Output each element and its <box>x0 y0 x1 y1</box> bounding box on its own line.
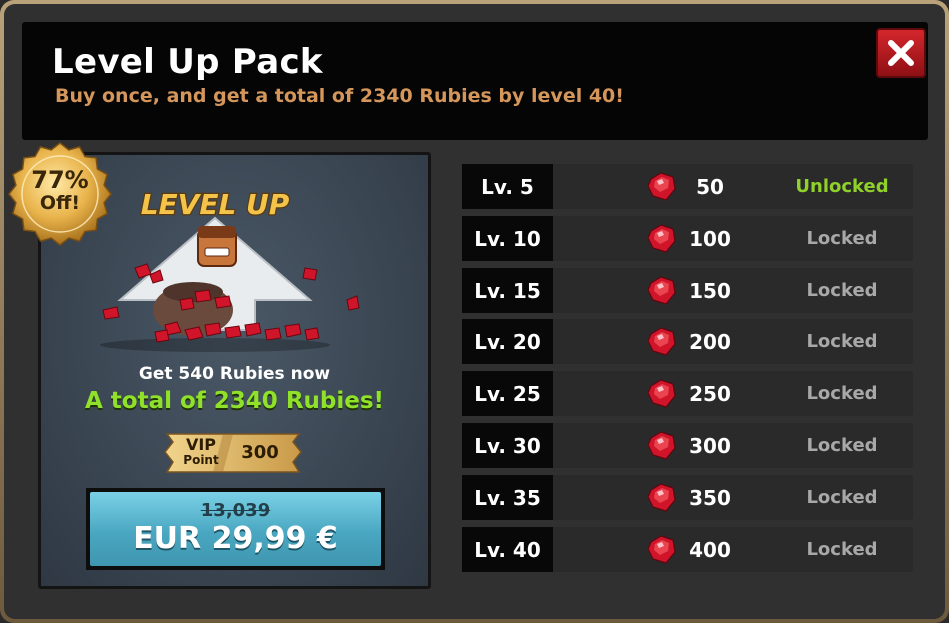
close-button[interactable] <box>876 28 926 78</box>
reward-status: Locked <box>806 228 878 249</box>
ruby-icon <box>646 430 677 461</box>
reward-amount: 150 <box>689 278 731 303</box>
vip-point-tag: VIP Point 300 <box>161 432 305 474</box>
ruby-icon <box>646 482 677 513</box>
reward-row: Lv. 30 300 Locked <box>462 423 913 468</box>
dialog-header: Level Up Pack Buy once, and get a total … <box>22 22 928 140</box>
reward-level: Lv. 25 <box>462 371 553 416</box>
discount-badge: 77% Off! <box>8 142 112 246</box>
reward-amount: 100 <box>689 226 731 251</box>
discount-percent: 77% <box>31 166 89 194</box>
original-price: 13,039 <box>200 500 271 521</box>
reward-status: Locked <box>806 383 878 404</box>
rubies-now-text: Get 540 Rubies now <box>138 364 331 384</box>
dialog-subtitle: Buy once, and get a total of 2340 Rubies… <box>55 85 624 107</box>
reward-row: Lv. 35 350 Locked <box>462 475 913 520</box>
ruby-icon <box>646 275 677 306</box>
reward-row: Lv. 40 400 Locked <box>462 527 913 572</box>
reward-amount: 250 <box>689 381 731 406</box>
reward-level: Lv. 35 <box>462 475 553 520</box>
reward-amount: 300 <box>689 433 731 458</box>
reward-amount: 200 <box>689 329 731 354</box>
reward-amount: 400 <box>689 537 731 562</box>
ruby-icon <box>646 326 677 357</box>
reward-level: Lv. 10 <box>462 216 553 261</box>
dialog-title: Level Up Pack <box>52 42 323 82</box>
reward-row: Lv. 5 50 Unlocked <box>462 164 913 209</box>
ruby-icon <box>646 171 677 202</box>
vip-label: VIP <box>185 435 217 454</box>
reward-status: Locked <box>806 280 878 301</box>
close-icon <box>888 40 914 66</box>
reward-status: Locked <box>806 331 878 352</box>
reward-row: Lv. 10 100 Locked <box>462 216 913 261</box>
reward-row: Lv. 25 250 Locked <box>462 371 913 416</box>
reward-amount: 350 <box>689 485 731 510</box>
reward-level: Lv. 20 <box>462 319 553 364</box>
reward-status: Unlocked <box>795 176 889 197</box>
reward-status: Locked <box>806 435 878 456</box>
reward-status: Locked <box>806 539 878 560</box>
ruby-icon <box>646 223 677 254</box>
reward-level: Lv. 5 <box>462 164 553 209</box>
reward-level: Lv. 30 <box>462 423 553 468</box>
buy-button[interactable]: 13,039 EUR 29,99 € <box>86 488 385 570</box>
reward-status: Locked <box>806 487 878 508</box>
ruby-icon <box>646 378 677 409</box>
current-price: EUR 29,99 € <box>133 521 338 556</box>
rubies-total-text: A total of 2340 Rubies! <box>84 388 385 414</box>
point-label: Point <box>183 453 219 467</box>
reward-level: Lv. 40 <box>462 527 553 572</box>
reward-level: Lv. 15 <box>462 268 553 313</box>
level-up-logo: LEVEL UP <box>141 188 290 221</box>
discount-off-label: Off! <box>39 192 81 214</box>
vip-point-value: 300 <box>241 442 279 463</box>
ruby-icon <box>646 534 677 565</box>
reward-amount: 50 <box>696 174 724 199</box>
reward-row: Lv. 15 150 Locked <box>462 268 913 313</box>
reward-row: Lv. 20 200 Locked <box>462 319 913 364</box>
